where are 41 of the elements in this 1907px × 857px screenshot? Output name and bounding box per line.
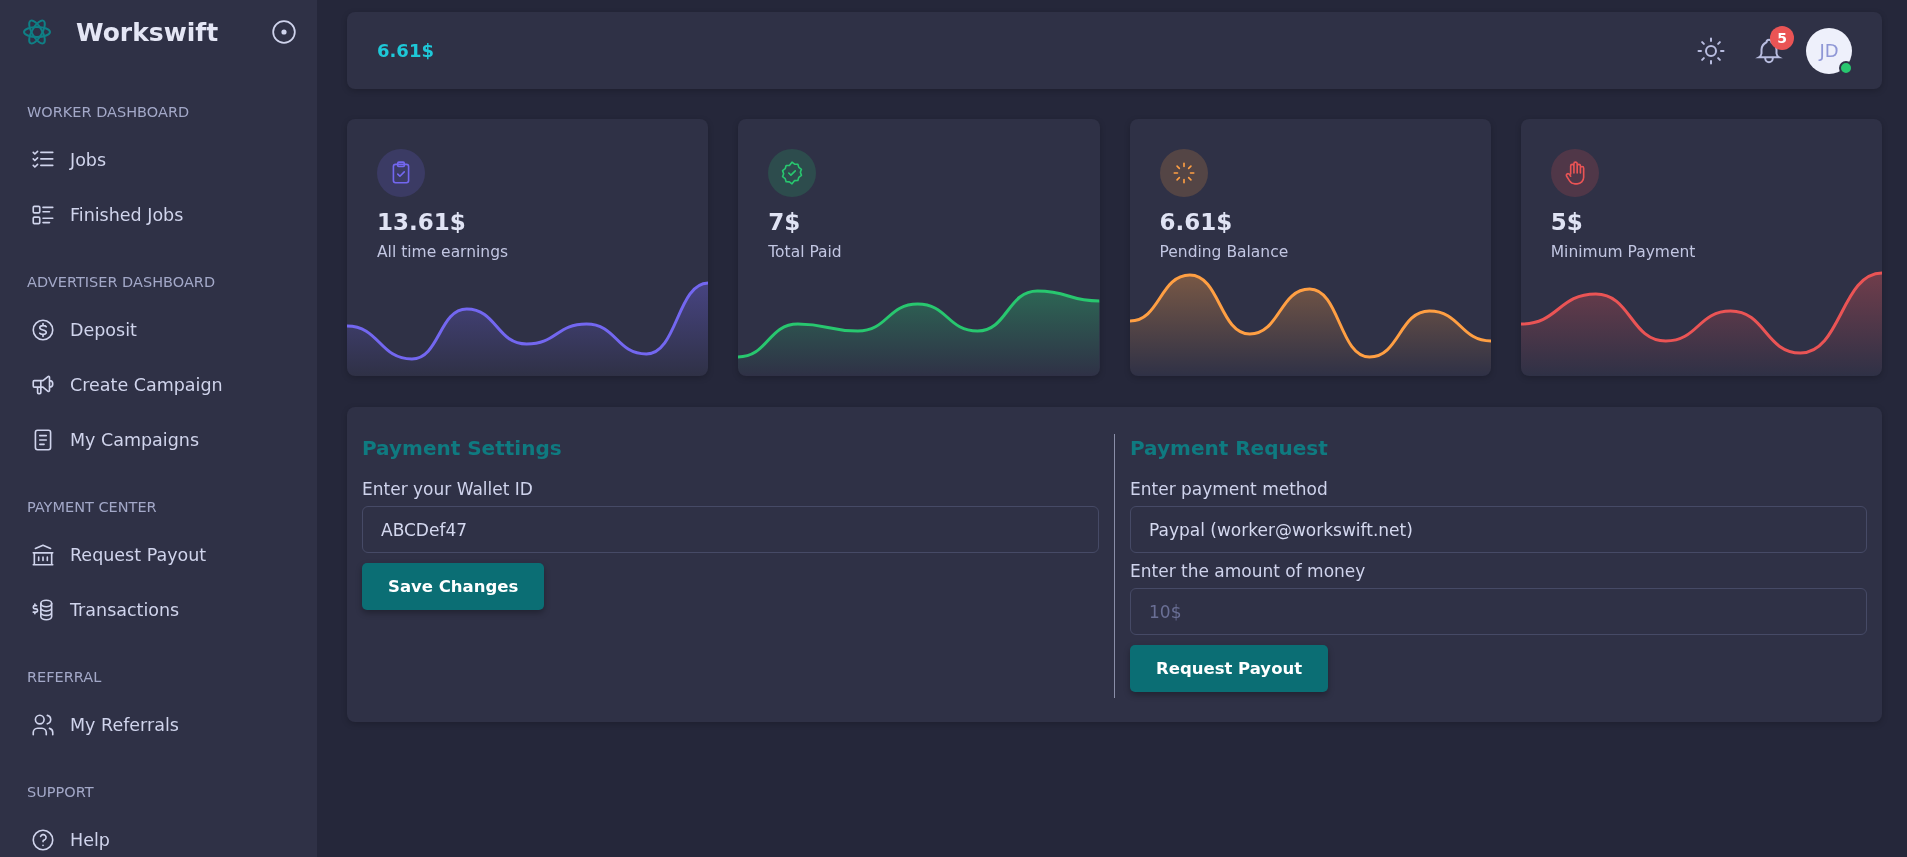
stat-value: 5$ [1550, 209, 1584, 235]
stat-label: Minimum Payment [1550, 243, 1697, 261]
request-payout-button[interactable]: Request Payout [1130, 645, 1329, 692]
wallet-id-field[interactable]: ABCDef47 [362, 506, 1099, 553]
section-heading: REFERRAL [26, 668, 103, 687]
logo-icon [22, 17, 52, 47]
sidebar-toggle-icon[interactable] [271, 19, 297, 45]
dollar-coin-icon [30, 316, 56, 343]
sidebar-item[interactable]: Deposit [0, 302, 317, 357]
section-heading: ADVERTISER DASHBOARD [26, 273, 217, 292]
section-heading: SUPPORT [26, 783, 95, 802]
sidebar-item[interactable]: Jobs [0, 132, 317, 187]
section-title: Payment Request [1130, 436, 1328, 460]
sun-icon[interactable] [1696, 35, 1726, 66]
amount-field[interactable]: 10$ [1130, 588, 1867, 635]
sidebar-item[interactable]: Transactions [0, 582, 317, 637]
payment-method-field[interactable]: Paypal (worker@workswift.net) [1130, 506, 1867, 553]
section-title: Payment Settings [362, 436, 562, 460]
stat-value: 7$ [768, 209, 802, 235]
help-icon [30, 826, 56, 853]
stat-value: 6.61$ [1159, 209, 1234, 235]
sidebar-item[interactable]: Create Campaign [0, 357, 317, 412]
field-label: Enter payment method [1130, 479, 1328, 499]
stat-value: 13.61$ [377, 209, 467, 235]
sidebar-item[interactable]: Finished Jobs [0, 187, 317, 242]
section-heading: PAYMENT CENTER [26, 498, 158, 517]
stat-label: All time earnings [377, 243, 510, 261]
save-changes-button[interactable]: Save Changes [362, 563, 545, 610]
sidebar-item[interactable]: Help [0, 812, 317, 857]
brand-name: Workswift [76, 17, 220, 47]
sidebar-item[interactable]: My Referrals [0, 697, 317, 752]
sidebar-item[interactable]: Request Payout [0, 527, 317, 582]
field-label: Enter the amount of money [1130, 561, 1366, 581]
balance-amount: 6.61$ [377, 40, 435, 61]
section-heading: WORKER DASHBOARD [26, 103, 191, 122]
users-icon [30, 711, 56, 738]
stat-label: Pending Balance [1159, 243, 1290, 261]
notification-badge: 5 [1770, 25, 1794, 50]
field-label: Enter your Wallet ID [362, 479, 533, 499]
sidebar-item[interactable]: My Campaigns [0, 412, 317, 467]
stat-label: Total Paid [768, 243, 843, 261]
